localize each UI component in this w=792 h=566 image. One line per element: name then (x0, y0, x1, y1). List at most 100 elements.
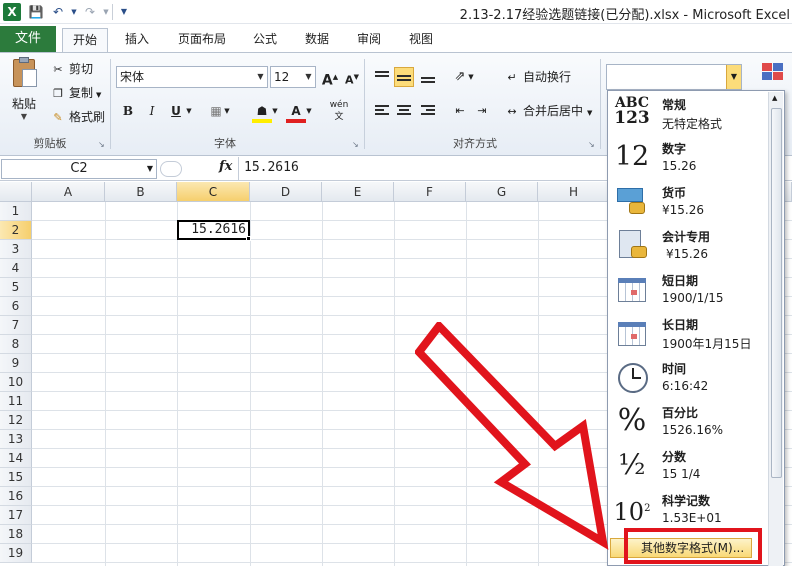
scrollbar-thumb[interactable] (771, 108, 782, 478)
align-center-icon[interactable] (394, 101, 414, 121)
align-middle-icon[interactable] (394, 67, 414, 87)
tab-view[interactable]: 视图 (400, 28, 442, 52)
copy-dropdown-icon[interactable]: ▼ (96, 91, 101, 99)
format-option-number[interactable]: 12 数字 15.26 (608, 135, 768, 179)
save-icon[interactable]: 💾 (28, 4, 44, 20)
decrease-indent-icon[interactable]: ⇤ (450, 101, 470, 121)
bold-button[interactable]: B (118, 101, 138, 121)
tab-review[interactable]: 审阅 (348, 28, 390, 52)
grow-font-button[interactable]: A▲ (320, 67, 340, 89)
insert-function-icon[interactable]: fx (219, 159, 232, 174)
font-color-icon[interactable]: A (286, 101, 306, 123)
font-size-combo[interactable]: 12 ▼ (270, 66, 316, 88)
merge-dropdown-icon[interactable]: ▼ (587, 109, 592, 117)
row-header[interactable]: 12 (0, 411, 32, 430)
font-launcher-icon[interactable]: ↘ (352, 140, 359, 149)
undo-dropdown-icon[interactable]: ▼ (66, 4, 82, 20)
row-header[interactable]: 1 (0, 202, 32, 221)
row-header[interactable]: 19 (0, 544, 32, 563)
active-cell-c2[interactable]: 15.2616 (177, 220, 250, 240)
italic-button[interactable]: I (142, 101, 162, 121)
undo-icon[interactable]: ↶ (50, 4, 66, 20)
underline-button[interactable]: U (166, 101, 186, 121)
wrap-text-button[interactable]: ↵ 自动换行 (504, 67, 571, 87)
format-painter-button[interactable]: ✎ 格式刷 (50, 107, 105, 127)
shrink-font-button[interactable]: A▼ (342, 67, 362, 87)
number-format-combo[interactable]: ▼ (606, 64, 742, 90)
column-header[interactable]: F (394, 182, 466, 202)
row-header[interactable]: 18 (0, 525, 32, 544)
clipboard-launcher-icon[interactable]: ↘ (98, 140, 105, 149)
phonetic-guide-button[interactable]: wén 文 (326, 99, 352, 122)
name-box-dropdown-icon[interactable]: ▼ (147, 160, 153, 178)
name-box[interactable]: C2 ▼ (1, 159, 157, 179)
font-size-dropdown-icon[interactable]: ▼ (302, 67, 315, 87)
scroll-up-icon[interactable]: ▲ (772, 94, 777, 102)
column-header[interactable]: G (466, 182, 538, 202)
font-color-dropdown-icon[interactable]: ▼ (304, 101, 314, 121)
fill-color-dropdown-icon[interactable]: ▼ (270, 101, 280, 121)
conditional-formatting-icon[interactable] (760, 61, 786, 87)
format-option-fraction[interactable]: ½ 分数 15 1/4 (608, 443, 768, 487)
row-header[interactable]: 8 (0, 335, 32, 354)
font-name-combo[interactable]: 宋体 ▼ (116, 66, 268, 88)
row-header[interactable]: 2 (0, 221, 32, 240)
tab-formulas[interactable]: 公式 (244, 28, 286, 52)
merge-center-button[interactable]: ↔ 合并后居中 ▼ (504, 101, 592, 121)
fill-handle[interactable] (246, 236, 251, 241)
select-all-corner[interactable] (0, 182, 32, 202)
fill-color-icon[interactable]: ☗ (252, 101, 272, 123)
format-option-percentage[interactable]: % 百分比 1526.16% (608, 399, 768, 443)
paste-button[interactable]: 粘贴 ▼ (6, 57, 42, 121)
row-header[interactable]: 5 (0, 278, 32, 297)
row-header[interactable]: 13 (0, 430, 32, 449)
align-bottom-icon[interactable] (418, 67, 438, 87)
cut-button[interactable]: ✂ 剪切 (50, 59, 93, 79)
column-header[interactable]: A (32, 182, 105, 202)
align-left-icon[interactable] (372, 101, 392, 121)
alignment-launcher-icon[interactable]: ↘ (588, 140, 595, 149)
row-header[interactable]: 16 (0, 487, 32, 506)
format-option-currency[interactable]: 货币 ¥15.26 (608, 179, 768, 223)
align-right-icon[interactable] (418, 101, 438, 121)
tab-file[interactable]: 文件 (0, 26, 56, 52)
format-option-scientific[interactable]: 102 科学记数 1.53E+01 (608, 487, 768, 531)
row-header[interactable]: 9 (0, 354, 32, 373)
row-header[interactable]: 11 (0, 392, 32, 411)
column-header[interactable]: E (322, 182, 394, 202)
row-header[interactable]: 3 (0, 240, 32, 259)
formula-bar-splitter[interactable] (160, 161, 182, 177)
row-header[interactable]: 4 (0, 259, 32, 278)
redo-icon[interactable]: ↷ (82, 4, 98, 20)
row-header[interactable]: 10 (0, 373, 32, 392)
copy-button[interactable]: ❐ 复制 ▼ (50, 83, 101, 103)
row-header[interactable]: 17 (0, 506, 32, 525)
font-name-dropdown-icon[interactable]: ▼ (254, 67, 267, 87)
paste-dropdown-icon[interactable]: ▼ (6, 112, 42, 121)
format-option-short-date[interactable]: 短日期 1900/1/15 (608, 267, 768, 311)
align-top-icon[interactable] (372, 67, 392, 87)
number-format-dropdown-icon[interactable]: ▼ (726, 65, 741, 89)
row-header[interactable]: 15 (0, 468, 32, 487)
underline-dropdown-icon[interactable]: ▼ (184, 101, 194, 121)
row-header[interactable]: 14 (0, 449, 32, 468)
tab-data[interactable]: 数据 (296, 28, 338, 52)
tab-home[interactable]: 开始 (62, 28, 108, 52)
column-header[interactable]: C (177, 182, 250, 202)
orientation-dropdown-icon[interactable]: ▼ (466, 67, 476, 87)
row-header[interactable]: 7 (0, 316, 32, 335)
format-option-time[interactable]: 时间 6:16:42 (608, 355, 768, 399)
column-header[interactable]: H (538, 182, 610, 202)
format-option-general[interactable]: ABC 123 常规 无特定格式 (608, 91, 768, 135)
tab-insert[interactable]: 插入 (116, 28, 158, 52)
increase-indent-icon[interactable]: ⇥ (472, 101, 492, 121)
column-header[interactable]: D (250, 182, 322, 202)
customize-qat-icon[interactable]: ▼ (116, 4, 132, 20)
formula-input[interactable]: 15.2616 (244, 160, 299, 175)
row-header[interactable]: 6 (0, 297, 32, 316)
tab-page-layout[interactable]: 页面布局 (170, 28, 234, 52)
dropdown-scrollbar[interactable]: ▲ (768, 92, 783, 566)
format-option-accounting[interactable]: 会计专用 ¥15.26 (608, 223, 768, 267)
format-option-long-date[interactable]: 长日期 1900年1月15日 (608, 311, 768, 355)
column-header[interactable]: B (105, 182, 177, 202)
